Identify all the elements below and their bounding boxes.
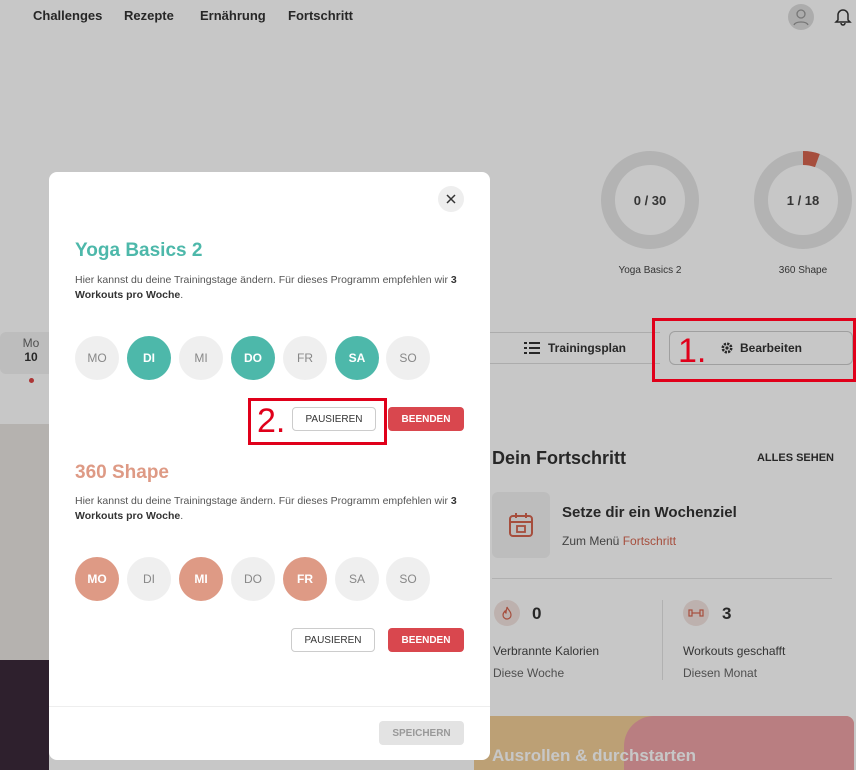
program-description: Hier kannst du deine Trainingstage änder…: [75, 273, 470, 303]
desc-text: Hier kannst du deine Trainingstage änder…: [75, 274, 451, 286]
day-label: MO: [87, 351, 107, 365]
day-toggle-do[interactable]: DO: [231, 336, 275, 380]
program-description: Hier kannst du deine Trainingstage änder…: [75, 494, 470, 524]
day-label: FR: [297, 351, 313, 365]
desc-text: Hier kannst du deine Trainingstage änder…: [75, 495, 451, 507]
annotation-number-1: 1.: [678, 332, 707, 370]
day-toggle-mo[interactable]: MO: [75, 557, 119, 601]
day-toggle-do[interactable]: DO: [231, 557, 275, 601]
day-label: SA: [348, 351, 366, 365]
annotation-number-2: 2.: [257, 402, 286, 440]
desc-suffix: .: [180, 289, 184, 301]
close-button[interactable]: [438, 186, 464, 212]
day-toggle-sa[interactable]: SA: [335, 557, 379, 601]
day-label: SO: [399, 351, 417, 365]
day-label: FR: [297, 572, 313, 586]
desc-suffix: .: [180, 510, 184, 522]
day-label: DO: [244, 572, 262, 586]
day-label: DI: [143, 572, 155, 586]
day-toggle-fr[interactable]: FR: [283, 336, 327, 380]
edit-programs-modal: Yoga Basics 2 Hier kannst du deine Train…: [49, 172, 490, 760]
day-label: SO: [399, 572, 417, 586]
program-title: Yoga Basics 2: [75, 240, 203, 261]
day-label: MI: [194, 572, 208, 586]
modal-footer-divider: [49, 706, 490, 707]
day-label: DI: [143, 351, 155, 365]
pause-button[interactable]: PAUSIEREN: [291, 628, 375, 652]
day-label: SA: [348, 572, 365, 586]
day-toggle-mo[interactable]: MO: [75, 336, 119, 380]
end-button[interactable]: BEENDEN: [388, 628, 464, 652]
day-label: MO: [87, 572, 107, 586]
day-toggle-sa[interactable]: SA: [335, 336, 379, 380]
day-toggle-di[interactable]: DI: [127, 336, 171, 380]
day-label: DO: [244, 351, 262, 365]
day-toggle-so[interactable]: SO: [386, 557, 430, 601]
day-toggle-mi[interactable]: MI: [179, 336, 223, 380]
close-icon: [446, 194, 456, 204]
end-button[interactable]: BEENDEN: [388, 407, 464, 431]
program-title: 360 Shape: [75, 462, 169, 483]
day-toggle-di[interactable]: DI: [127, 557, 171, 601]
day-toggle-so[interactable]: SO: [386, 336, 430, 380]
save-button[interactable]: SPEICHERN: [379, 721, 464, 745]
day-label: MI: [194, 351, 208, 365]
day-toggle-mi[interactable]: MI: [179, 557, 223, 601]
day-toggle-fr[interactable]: FR: [283, 557, 327, 601]
